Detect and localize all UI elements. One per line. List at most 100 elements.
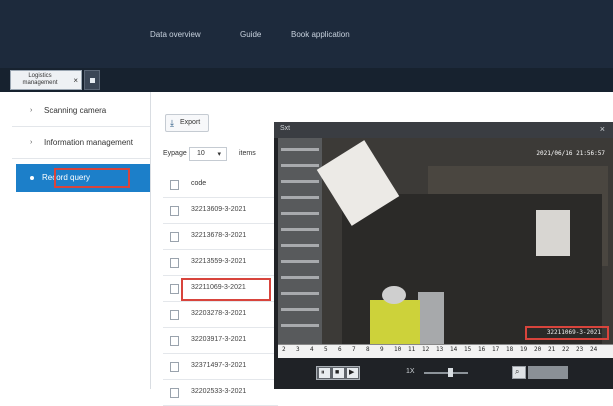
sidebar-item-information-management[interactable]: › Information management xyxy=(0,130,150,156)
table-row[interactable]: 32371497-3-2021 xyxy=(163,354,278,380)
timeline-tick: 20 xyxy=(534,346,542,353)
code-cell: 32213609-3-2021 xyxy=(191,206,247,213)
table-row[interactable]: 32213678-3-2021 xyxy=(163,224,278,250)
timeline-tick: 14 xyxy=(450,346,458,353)
table-row[interactable]: 32213559-3-2021 xyxy=(163,250,278,276)
timeline-tick: 22 xyxy=(562,346,570,353)
video-shelf xyxy=(278,138,322,344)
timeline-tick: 3 xyxy=(296,346,300,353)
zoom-button[interactable]: ⌕ xyxy=(512,366,526,379)
play-icon: ▶ xyxy=(349,369,355,376)
playback-controls: ⏸ ■ ▶ 1X ⌕ xyxy=(274,358,613,389)
playback-timeline[interactable]: 2 3 4 5 6 7 8 9 10 11 12 13 14 15 16 17 … xyxy=(278,344,613,359)
code-cell: 32203278-3-2021 xyxy=(191,310,247,317)
nav-book-application[interactable]: Book application xyxy=(291,30,350,39)
page-size-select[interactable]: 10 ▾ xyxy=(189,147,227,161)
table-row[interactable]: 32203278-3-2021 xyxy=(163,302,278,328)
highlight-box xyxy=(181,278,271,301)
video-worker-vest xyxy=(370,300,420,344)
code-cell: 32202533-3-2021 xyxy=(191,388,247,395)
tab-menu-button[interactable] xyxy=(84,70,100,90)
video-popup: Sxt × 2021/06/16 21:56:57 32211069-3-202… xyxy=(274,122,613,389)
row-checkbox[interactable] xyxy=(170,310,179,320)
row-checkbox[interactable] xyxy=(170,206,179,216)
page-size-prefix: Eypage xyxy=(163,150,187,157)
timeline-tick: 2 xyxy=(282,346,286,353)
pause-button[interactable]: ⏸ xyxy=(319,368,330,378)
nav-guide[interactable]: Guide xyxy=(240,30,261,39)
table-row[interactable]: 32203917-3-2021 xyxy=(163,328,278,354)
export-button[interactable]: ⤓ Export xyxy=(165,114,209,132)
playback-speed: 1X xyxy=(406,368,415,375)
tab-strip: Logistics management × xyxy=(0,68,613,92)
timeline-tick: 11 xyxy=(408,346,416,353)
divider xyxy=(12,126,150,127)
close-icon[interactable]: × xyxy=(600,124,605,134)
sidebar-item-scanning-camera[interactable]: › Scanning camera xyxy=(0,98,150,124)
code-cell: 32371497-3-2021 xyxy=(191,362,247,369)
timeline-tick: 5 xyxy=(324,346,328,353)
chevron-down-icon: ▾ xyxy=(217,151,221,158)
slider-handle[interactable] xyxy=(448,368,453,377)
highlight-box xyxy=(525,326,609,340)
sidebar-item-record-query[interactable]: Record query xyxy=(16,164,150,192)
next-button[interactable]: ▶ xyxy=(347,368,358,378)
tab-close-icon[interactable]: × xyxy=(73,76,78,85)
records-table: code 32213609-3-2021 32213678-3-2021 322… xyxy=(163,172,278,406)
timeline-tick: 9 xyxy=(380,346,384,353)
timeline-tick: 24 xyxy=(590,346,598,353)
timeline-tick: 12 xyxy=(422,346,430,353)
download-icon: ⤓ xyxy=(170,118,174,128)
timeline-tick: 17 xyxy=(492,346,500,353)
select-all-checkbox[interactable] xyxy=(170,180,179,190)
column-header-code: code xyxy=(191,180,207,187)
chevron-right-icon: › xyxy=(30,139,33,146)
row-checkbox[interactable] xyxy=(170,258,179,268)
square-icon xyxy=(90,78,95,83)
row-checkbox[interactable] xyxy=(170,362,179,372)
table-row[interactable]: 32202533-3-2021 xyxy=(163,380,278,406)
code-cell: 32213678-3-2021 xyxy=(191,232,247,239)
timeline-tick: 7 xyxy=(352,346,356,353)
row-checkbox[interactable] xyxy=(170,284,179,294)
zoom-bar[interactable] xyxy=(528,366,568,379)
tab-logistics-management[interactable]: Logistics management × xyxy=(10,70,82,90)
timeline-tick: 21 xyxy=(548,346,556,353)
timeline-tick: 23 xyxy=(576,346,584,353)
page-size-value: 10 xyxy=(197,150,205,157)
top-nav-bar: Data overview Guide Book application xyxy=(0,0,613,68)
sidebar: › Scanning camera › Information manageme… xyxy=(0,92,151,389)
row-checkbox[interactable] xyxy=(170,336,179,346)
stop-button[interactable]: ■ xyxy=(333,368,344,378)
popup-title-bar[interactable]: Sxt × xyxy=(274,122,613,138)
row-checkbox[interactable] xyxy=(170,388,179,398)
video-box xyxy=(536,210,570,256)
nav-data-overview[interactable]: Data overview xyxy=(150,30,201,39)
timeline-tick: 8 xyxy=(366,346,370,353)
timeline-tick: 4 xyxy=(310,346,314,353)
table-row[interactable]: 32213609-3-2021 xyxy=(163,198,278,224)
export-label: Export xyxy=(180,119,201,126)
video-worker-head xyxy=(382,286,406,304)
timeline-tick: 16 xyxy=(478,346,486,353)
pause-icon: ⏸ xyxy=(321,369,325,376)
timeline-tick: 6 xyxy=(338,346,342,353)
playback-button-group: ⏸ ■ ▶ xyxy=(316,366,360,380)
bullet-icon xyxy=(30,176,34,180)
divider xyxy=(12,158,150,159)
page-size-suffix: items xyxy=(239,150,256,157)
sidebar-item-label: Information management xyxy=(44,138,133,147)
timeline-tick: 19 xyxy=(520,346,528,353)
chevron-right-icon: › xyxy=(30,107,33,114)
sidebar-item-label: Scanning camera xyxy=(44,106,107,115)
highlight-box xyxy=(54,168,130,188)
timeline-tick: 15 xyxy=(464,346,472,353)
timeline-tick: 10 xyxy=(394,346,402,353)
stop-icon: ■ xyxy=(335,369,340,376)
speed-slider[interactable] xyxy=(424,368,468,377)
video-figure xyxy=(418,292,444,344)
row-checkbox[interactable] xyxy=(170,232,179,242)
table-row[interactable]: 32211069-3-2021 xyxy=(163,276,278,302)
video-frame[interactable]: 2021/06/16 21:56:57 32211069-3-2021 xyxy=(278,138,613,344)
popup-title: Sxt xyxy=(280,125,291,132)
